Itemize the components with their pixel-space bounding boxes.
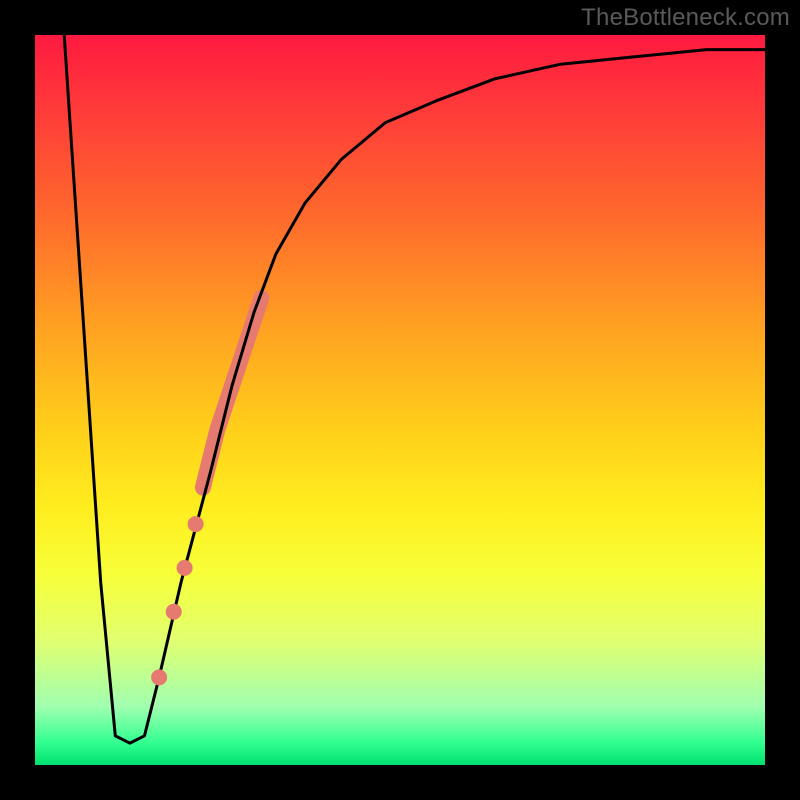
chart-frame: TheBottleneck.com <box>0 0 800 800</box>
chart-svg <box>35 35 765 765</box>
curve-marker <box>177 560 193 576</box>
thick-segment <box>203 298 261 488</box>
curve-marker <box>151 669 167 685</box>
plot-area <box>35 35 765 765</box>
curve-marker <box>166 604 182 620</box>
curve-marker <box>188 516 204 532</box>
watermark-text: TheBottleneck.com <box>581 4 790 32</box>
curve-line <box>64 35 765 743</box>
